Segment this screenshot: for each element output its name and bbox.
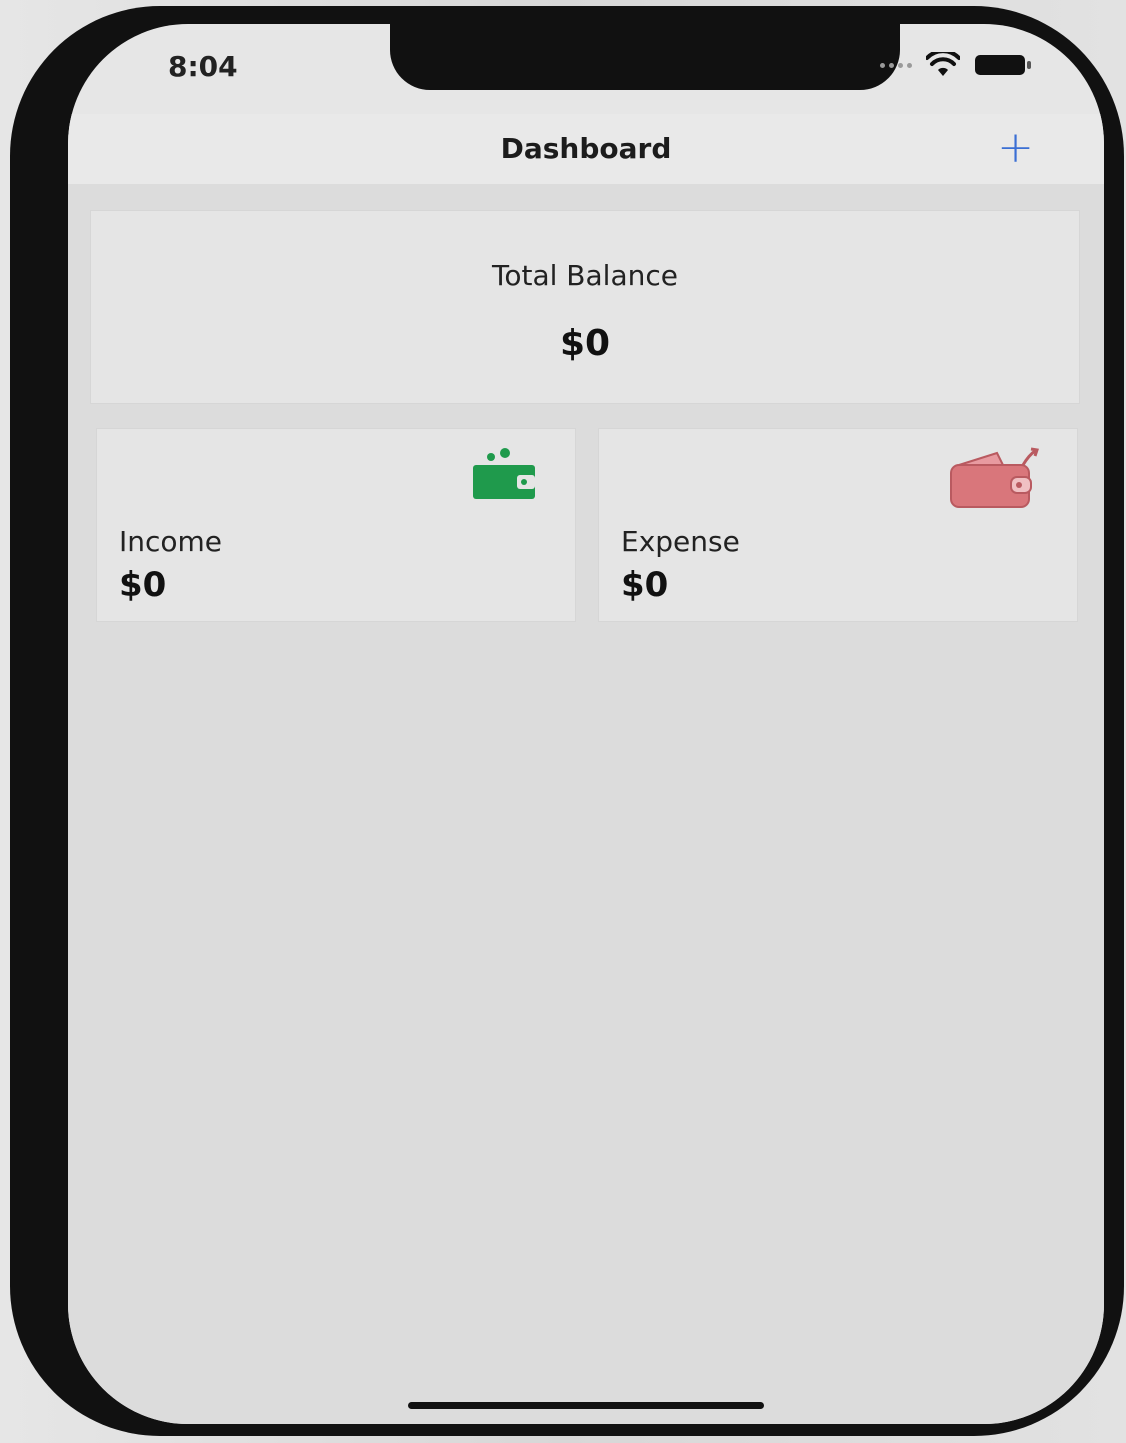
expense-value: $0 (621, 565, 669, 605)
expense-card[interactable]: Expense $0 (598, 428, 1078, 622)
battery-icon (975, 55, 1031, 75)
signal-icon (880, 62, 912, 68)
add-button[interactable]: + (997, 126, 1034, 170)
phone-screen: 8:04 Dashboard + Total Balance $0 Income… (68, 24, 1104, 1424)
phone-notch (390, 24, 900, 90)
wallet-expense-icon (945, 447, 1041, 515)
income-value: $0 (119, 565, 167, 605)
phone-frame: 8:04 Dashboard + Total Balance $0 Income… (10, 6, 1124, 1436)
page-title: Dashboard (500, 132, 672, 165)
wallet-income-icon (469, 447, 539, 507)
status-time: 8:04 (168, 50, 238, 83)
total-balance-value: $0 (559, 323, 611, 364)
navigation-bar: Dashboard + (68, 114, 1104, 184)
status-icons (880, 52, 1032, 78)
dashboard-content: Total Balance $0 Income $0 Expense $0 (68, 184, 1104, 1424)
home-indicator[interactable] (408, 1402, 764, 1409)
wifi-icon (926, 52, 960, 76)
total-balance-card: Total Balance $0 (90, 210, 1080, 404)
income-label: Income (119, 525, 223, 558)
expense-label: Expense (621, 525, 740, 558)
total-balance-label: Total Balance (492, 259, 678, 292)
income-card[interactable]: Income $0 (96, 428, 576, 622)
